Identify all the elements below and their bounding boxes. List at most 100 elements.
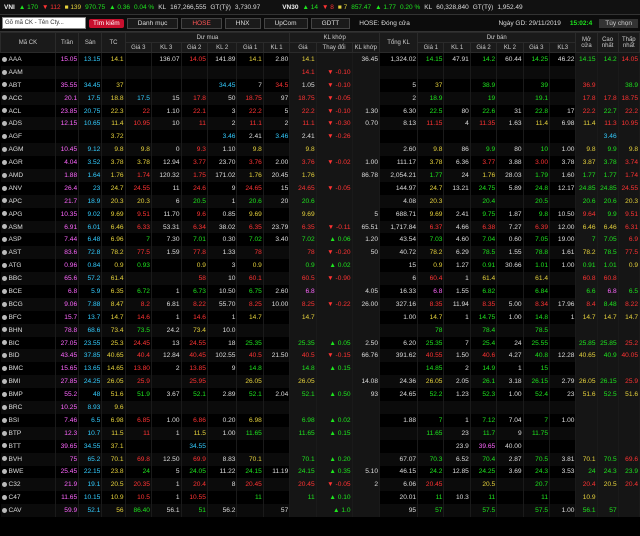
table-row[interactable]: APC 21.7 18.9 20.3 20.3 6 20.5 1 20.6 20 20.6 4.08 2… <box>0 194 640 208</box>
search-input[interactable]: Gõ mã CK - Tên Cty... <box>2 17 86 29</box>
options-button[interactable]: Tùy chọn <box>599 18 638 28</box>
cell-symbol[interactable]: BHN <box>0 323 56 337</box>
tab-gdtt[interactable]: GDTT <box>310 17 351 29</box>
cell-symbol[interactable]: BMI <box>0 375 56 389</box>
watch-toggle-icon[interactable] <box>1 366 7 372</box>
watch-toggle-icon[interactable] <box>1 404 7 410</box>
col-symbol[interactable]: Mã CK <box>0 32 56 53</box>
cell-symbol[interactable]: ADS <box>0 117 56 131</box>
cell-symbol[interactable]: BIC <box>0 336 56 350</box>
cell-symbol[interactable]: ASP <box>0 233 56 247</box>
watch-toggle-icon[interactable] <box>1 314 7 320</box>
table-row[interactable]: AAM 14.1 ▼ -0.10 <box>0 65 640 79</box>
cell-symbol[interactable]: ASM <box>0 220 56 234</box>
watch-toggle-icon[interactable] <box>1 237 7 243</box>
watch-toggle-icon[interactable] <box>1 121 7 127</box>
table-row[interactable]: AGR 4.04 3.52 3.78 3.78 12.94 3.77 23.70 3.76 2.0… <box>0 156 640 170</box>
watch-toggle-icon[interactable] <box>1 430 7 436</box>
watch-toggle-icon[interactable] <box>1 391 7 397</box>
table-row[interactable]: ACC 20.1 17.5 18.8 17.5 15 17.8 50 18.75 97 18.75 ▼… <box>0 91 640 105</box>
table-row[interactable]: C32 21.9 19.1 20.5 20.35 1 20.4 8 20.45 20.45 ▼ -0… <box>0 478 640 492</box>
watch-toggle-icon[interactable] <box>1 482 7 488</box>
cell-symbol[interactable]: BID <box>0 349 56 363</box>
table-row[interactable]: ABT 35.55 34.45 37 34.45 7 34.5 1.05 ▼ -0.10 5 37 3… <box>0 78 640 92</box>
watch-toggle-icon[interactable] <box>1 185 7 191</box>
watch-toggle-icon[interactable] <box>1 134 7 140</box>
table-row[interactable]: BCG 9.06 7.88 8.47 8.2 6.81 8.22 55.70 8.25 10.00… <box>0 297 640 311</box>
watch-toggle-icon[interactable] <box>1 443 7 449</box>
table-row[interactable]: BHN 78.8 68.6 73.4 73.5 24.2 73.4 10.0 78 78.4 78.… <box>0 323 640 337</box>
table-row[interactable]: C47 11.65 10.15 10.9 10.5 1 10.55 11 11 ▲ 0.10 20.… <box>0 491 640 505</box>
watch-toggle-icon[interactable] <box>1 262 7 268</box>
table-row[interactable]: ACL 23.85 20.75 22.3 22 1.10 22.1 3 22.2 5 22.2 ▼ -… <box>0 104 640 118</box>
tab-hnx[interactable]: HNX <box>224 17 261 29</box>
watch-toggle-icon[interactable] <box>1 340 7 346</box>
watch-toggle-icon[interactable] <box>1 327 7 333</box>
cell-symbol[interactable]: BFC <box>0 310 56 324</box>
table-row[interactable]: APG 10.35 9.02 9.69 9.51 11.70 9.6 0.85 9.69 9.69… <box>0 207 640 221</box>
watch-toggle-icon[interactable] <box>1 56 7 62</box>
cell-symbol[interactable]: BMC <box>0 362 56 376</box>
watch-toggle-icon[interactable] <box>1 159 7 165</box>
cell-symbol[interactable]: BWE <box>0 465 56 479</box>
table-row[interactable]: AMD 1.88 1.64 1.76 1.74 120.32 1.75 171.02 1.76 2… <box>0 169 640 182</box>
watch-toggle-icon[interactable] <box>1 288 7 294</box>
table-row[interactable]: ATG 0.96 0.84 0.9 0.93 0.9 3 0.9 0.9 ▲ 0.02 15 0.9 1… <box>0 259 640 273</box>
table-row[interactable]: BMI 27.85 24.25 26.05 25.9 25.95 26.05 26.05 14.… <box>0 375 640 389</box>
watch-toggle-icon[interactable] <box>1 198 7 204</box>
table-row[interactable]: BTP 12.3 10.7 11.5 11 1 11.5 1.00 11.65 11.65 ▲ 0.… <box>0 426 640 440</box>
watch-toggle-icon[interactable] <box>1 353 7 359</box>
table-row[interactable]: CAV 59.9 52.1 56 86.40 56.1 51 56.2 57 ▲ 1.0 95 57 5… <box>0 504 640 518</box>
cell-symbol[interactable]: APC <box>0 194 56 208</box>
table-row[interactable]: AST 83.6 72.8 78.2 77.5 1.59 77.8 1.33 78 78 ▼ -0.… <box>0 246 640 260</box>
table-row[interactable]: BBC 65.6 57.2 61.4 58 10 60.1 60.5 ▼ -0.90 6 60.4 1… <box>0 272 640 286</box>
watch-toggle-icon[interactable] <box>1 224 7 230</box>
cell-symbol[interactable]: CAV <box>0 504 56 518</box>
search-button[interactable]: Tìm kiếm <box>89 18 124 28</box>
table-row[interactable]: ADS 12.15 10.65 11.4 10.95 10 11 2 11.1 2 11.1 ▼ -0… <box>0 117 640 131</box>
cell-symbol[interactable]: ACC <box>0 91 56 105</box>
watch-toggle-icon[interactable] <box>1 275 7 281</box>
cell-symbol[interactable]: C32 <box>0 478 56 492</box>
watch-toggle-icon[interactable] <box>1 146 7 152</box>
table-row[interactable]: BFC 15.7 13.7 14.7 14.6 1 14.6 1 14.7 14.7 1.00 14.… <box>0 310 640 324</box>
table-row[interactable]: BMP 55.2 48 51.6 51.9 3.67 52.1 2.89 52.1 2.04 52.… <box>0 388 640 402</box>
cell-symbol[interactable]: AST <box>0 246 56 260</box>
table-row[interactable]: BIC 27.05 23.55 25.3 24.45 13 24.55 18 25.35 25.3… <box>0 336 640 350</box>
watch-toggle-icon[interactable] <box>1 82 7 88</box>
watch-toggle-icon[interactable] <box>1 301 7 307</box>
watch-toggle-icon[interactable] <box>1 69 7 75</box>
table-row[interactable]: BTT 39.65 34.55 37.1 34.55 23.9 39.65 40.00 <box>0 439 640 453</box>
watchlist-button[interactable]: Danh mục <box>126 17 179 29</box>
table-row[interactable]: BID 43.45 37.85 40.65 40.4 12.84 40.45 102.55 40… <box>0 349 640 363</box>
table-row[interactable]: AAA 15.05 13.15 14.1 136.07 14.05 141.89 14.1 2.… <box>0 52 640 66</box>
watch-toggle-icon[interactable] <box>1 378 7 384</box>
tab-upcom[interactable]: UpCom <box>263 17 308 29</box>
cell-symbol[interactable]: AGR <box>0 156 56 170</box>
cell-symbol[interactable]: C47 <box>0 491 56 505</box>
table-row[interactable]: BVH 75 65.2 70.1 69.8 12.50 69.9 8.83 70.1 70.1 ▲ … <box>0 452 640 466</box>
table-row[interactable]: BSI 7.46 6.5 6.98 6.85 1.00 6.86 0.20 6.98 6.98 ▲ … <box>0 413 640 427</box>
cell-symbol[interactable]: BBC <box>0 272 56 286</box>
watch-toggle-icon[interactable] <box>1 108 7 114</box>
tab-hose[interactable]: HOSE <box>181 17 222 29</box>
watch-toggle-icon[interactable] <box>1 456 7 462</box>
cell-symbol[interactable]: AAA <box>0 52 56 66</box>
cell-symbol[interactable]: AGF <box>0 130 56 144</box>
table-row[interactable]: BRC 10.25 8.93 9.6 <box>0 401 640 414</box>
cell-symbol[interactable]: BMP <box>0 388 56 402</box>
cell-symbol[interactable]: AMD <box>0 169 56 182</box>
watch-toggle-icon[interactable] <box>1 469 7 475</box>
cell-symbol[interactable]: AGM <box>0 143 56 157</box>
cell-symbol[interactable]: AAM <box>0 65 56 79</box>
cell-symbol[interactable]: BVH <box>0 452 56 466</box>
cell-symbol[interactable]: ATG <box>0 259 56 273</box>
watch-toggle-icon[interactable] <box>1 494 7 500</box>
table-row[interactable]: AGM 10.45 9.12 9.8 9.8 0 9.3 1.10 9.8 9.8 2.60 9.8 8… <box>0 143 640 157</box>
table-row[interactable]: BCE 6.8 5.9 6.35 6.72 1 6.73 10.50 6.75 2.60 6.8 4.… <box>0 285 640 298</box>
table-row[interactable]: ASP 7.44 6.48 6.96 7 7.30 7.01 0.30 7.02 3.40 7.02… <box>0 233 640 247</box>
table-row[interactable]: AGF 3.72 3.46 2.41 3.46 2.41 ▼ -0.26 3.46 <box>0 130 640 144</box>
table-row[interactable]: BWE 25.45 22.15 23.8 24 5 24.05 11.22 24.15 11.19… <box>0 465 640 479</box>
watch-toggle-icon[interactable] <box>1 417 7 423</box>
cell-symbol[interactable]: BSI <box>0 413 56 427</box>
